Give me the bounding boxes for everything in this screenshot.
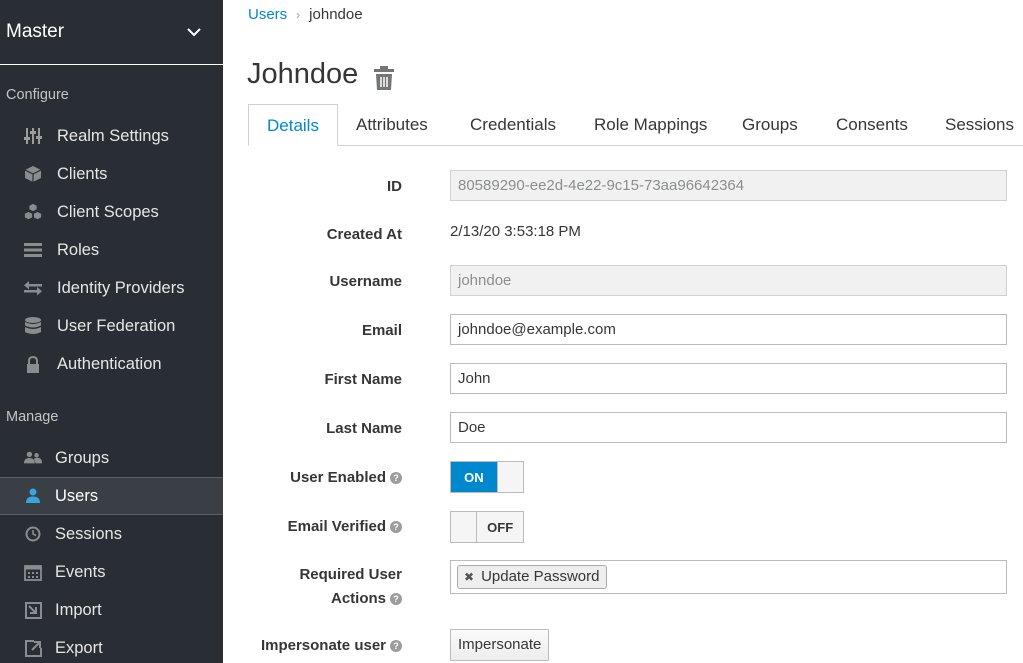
user-icon	[24, 487, 42, 505]
sidebar-item-sessions[interactable]: Sessions	[0, 515, 223, 553]
page-title: Johndoe	[247, 58, 359, 90]
tab-attributes[interactable]: Attributes	[338, 104, 446, 146]
id-label: ID	[387, 178, 402, 195]
help-icon[interactable]: ?	[390, 593, 402, 605]
id-field: 80589290-ee2d-4e22-9c15-73aa96642364	[450, 170, 1007, 201]
import-icon	[24, 601, 42, 619]
created-at-value: 2/13/20 3:53:18 PM	[450, 223, 581, 240]
user-enabled-label-text: User Enabled	[290, 469, 386, 486]
required-actions-label-line2: Actions	[330, 590, 386, 607]
manage-section-label: Manage	[6, 409, 59, 425]
breadcrumb-users-link[interactable]: Users	[248, 6, 287, 23]
sidebar-item-clients[interactable]: Clients	[0, 155, 223, 193]
created-at-label: Created At	[326, 226, 402, 243]
breadcrumb-separator: ›	[296, 7, 301, 22]
calendar-icon	[24, 563, 42, 581]
export-icon	[24, 639, 42, 657]
main-content: Users › johndoe Johndoe Details Attribut…	[223, 0, 1023, 663]
toggle-on-label: ON	[451, 462, 497, 492]
toggle-knob	[496, 462, 523, 492]
email-verified-label-text: Email Verified	[287, 518, 386, 535]
configure-section-label: Configure	[6, 87, 69, 103]
clock-icon	[24, 525, 42, 543]
sidebar-item-import[interactable]: Import	[0, 591, 223, 629]
sidebar-item-realm-settings[interactable]: Realm Settings	[0, 117, 223, 155]
email-verified-label: Email Verified?	[288, 518, 402, 535]
breadcrumb-current: johndoe	[309, 6, 363, 23]
required-actions-select[interactable]: ✖ Update Password	[450, 560, 1007, 594]
sidebar-item-label: Identity Providers	[57, 278, 185, 297]
sidebar-item-label: Client Scopes	[57, 202, 159, 221]
first-name-label: First Name	[324, 371, 402, 388]
sidebar-item-label: User Federation	[57, 316, 176, 335]
toggle-knob	[451, 512, 478, 542]
first-name-field[interactable]: John	[450, 363, 1007, 394]
sidebar-item-client-scopes[interactable]: Client Scopes	[0, 193, 223, 231]
tab-details[interactable]: Details	[248, 104, 338, 146]
username-label: Username	[329, 273, 402, 290]
database-icon	[24, 317, 42, 335]
sidebar-item-label: Events	[55, 562, 106, 581]
remove-tag-icon[interactable]: ✖	[464, 566, 474, 588]
toggle-off-label: OFF	[477, 512, 523, 542]
breadcrumb: Users › johndoe	[248, 6, 363, 23]
tab-groups[interactable]: Groups	[724, 104, 816, 146]
sidebar-item-users[interactable]: Users	[0, 477, 223, 515]
sidebar-item-groups[interactable]: Groups	[0, 439, 223, 477]
realm-selector[interactable]: Master	[0, 0, 223, 65]
required-actions-label: Required User Actions?	[299, 563, 402, 611]
email-verified-toggle[interactable]: OFF	[450, 511, 524, 543]
help-icon[interactable]: ?	[390, 472, 402, 484]
required-actions-label-line1: Required User	[299, 566, 402, 583]
cubes-icon	[24, 203, 42, 221]
users-icon	[24, 449, 42, 467]
sidebar-item-roles[interactable]: Roles	[0, 231, 223, 269]
exchange-icon	[24, 279, 42, 297]
sidebar-item-label: Users	[55, 486, 99, 505]
email-label: Email	[361, 322, 402, 339]
sidebar-item-label: Groups	[55, 448, 110, 467]
sidebar-item-export[interactable]: Export	[0, 629, 223, 663]
tab-sessions[interactable]: Sessions	[927, 104, 1023, 146]
trash-icon[interactable]	[373, 66, 395, 90]
email-field[interactable]: johndoe@example.com	[450, 314, 1007, 345]
user-enabled-toggle[interactable]: ON	[450, 461, 524, 493]
help-icon[interactable]: ?	[390, 640, 402, 652]
sidebar-item-label: Sessions	[55, 524, 122, 543]
username-field: johndoe	[450, 265, 1007, 296]
lock-icon	[24, 355, 42, 373]
tab-bar: Details Attributes Credentials Role Mapp…	[248, 104, 1023, 146]
help-icon[interactable]: ?	[390, 521, 402, 533]
sidebar-item-label: Realm Settings	[57, 126, 169, 145]
selected-action-tag: ✖ Update Password	[457, 565, 608, 589]
chevron-down-icon	[187, 28, 201, 37]
sidebar-item-authentication[interactable]: Authentication	[0, 345, 223, 383]
impersonate-label-text: Impersonate user	[260, 637, 386, 654]
tab-role-mappings[interactable]: Role Mappings	[576, 104, 725, 146]
last-name-field[interactable]: Doe	[450, 412, 1007, 443]
sidebar-item-label: Clients	[57, 164, 108, 183]
realm-name: Master	[6, 21, 65, 42]
impersonate-button[interactable]: Impersonate	[450, 629, 550, 661]
tab-credentials[interactable]: Credentials	[452, 104, 574, 146]
sidebar-item-label: Export	[55, 638, 103, 657]
sidebar-item-user-federation[interactable]: User Federation	[0, 307, 223, 345]
last-name-label: Last Name	[326, 420, 402, 437]
sidebar-item-label: Import	[55, 600, 102, 619]
sidebar-item-identity-providers[interactable]: Identity Providers	[0, 269, 223, 307]
sidebar-item-label: Authentication	[57, 354, 162, 373]
cube-icon	[24, 165, 42, 183]
sidebar-item-label: Roles	[57, 240, 100, 259]
user-enabled-label: User Enabled?	[290, 469, 402, 486]
sidebar: Master Configure Realm Settings Clients …	[0, 0, 223, 663]
tab-consents[interactable]: Consents	[818, 104, 926, 146]
sliders-icon	[24, 127, 42, 145]
sidebar-item-events[interactable]: Events	[0, 553, 223, 591]
list-icon	[24, 241, 42, 259]
tag-label: Update Password	[481, 568, 600, 585]
impersonate-label: Impersonate user?	[261, 637, 402, 654]
